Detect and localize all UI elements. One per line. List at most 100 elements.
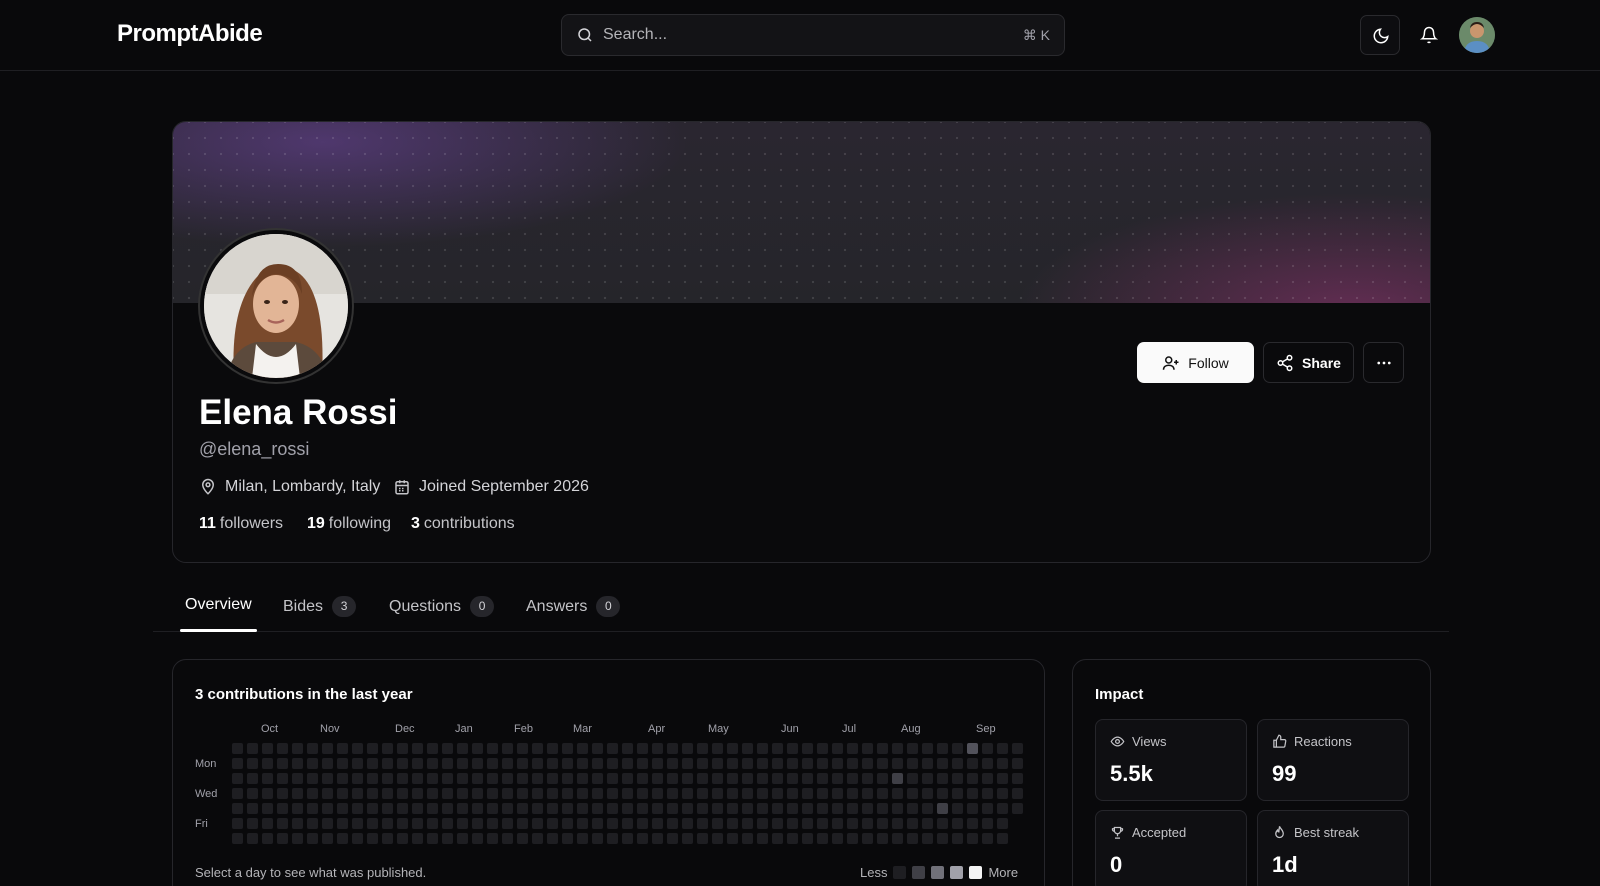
contribution-day[interactable] <box>907 803 918 814</box>
contribution-day[interactable] <box>547 773 558 784</box>
contribution-day[interactable] <box>517 788 528 799</box>
contribution-day[interactable] <box>892 803 903 814</box>
contribution-day[interactable] <box>622 818 633 829</box>
contribution-day[interactable] <box>352 773 363 784</box>
contribution-day[interactable] <box>502 833 513 844</box>
contribution-day[interactable] <box>367 773 378 784</box>
contribution-day[interactable] <box>847 758 858 769</box>
contribution-day[interactable] <box>592 773 603 784</box>
contribution-day[interactable] <box>877 743 888 754</box>
contribution-day[interactable] <box>262 818 273 829</box>
contribution-day[interactable] <box>907 743 918 754</box>
contribution-day[interactable] <box>727 758 738 769</box>
contribution-day[interactable] <box>637 773 648 784</box>
contribution-day[interactable] <box>697 818 708 829</box>
contribution-day[interactable] <box>412 773 423 784</box>
contribution-day[interactable] <box>472 758 483 769</box>
user-avatar[interactable] <box>1459 17 1495 53</box>
contribution-day[interactable] <box>397 743 408 754</box>
contribution-day[interactable] <box>517 743 528 754</box>
contribution-day[interactable] <box>667 818 678 829</box>
contribution-day[interactable] <box>607 788 618 799</box>
contribution-day[interactable] <box>832 743 843 754</box>
contribution-day[interactable] <box>802 743 813 754</box>
tab-questions[interactable]: Questions 0 <box>389 596 495 617</box>
search-bar[interactable]: Search... ⌘ K <box>561 14 1065 56</box>
contribution-day[interactable] <box>967 743 978 754</box>
contribution-day[interactable] <box>922 788 933 799</box>
contribution-day[interactable] <box>562 788 573 799</box>
contribution-day[interactable] <box>382 773 393 784</box>
contribution-day[interactable] <box>262 803 273 814</box>
contribution-day[interactable] <box>547 803 558 814</box>
contribution-day[interactable] <box>772 803 783 814</box>
contribution-day[interactable] <box>802 788 813 799</box>
contribution-day[interactable] <box>862 758 873 769</box>
contribution-day[interactable] <box>967 803 978 814</box>
theme-toggle-button[interactable] <box>1360 15 1400 55</box>
contribution-day[interactable] <box>607 743 618 754</box>
contribution-day[interactable] <box>352 758 363 769</box>
contribution-day[interactable] <box>532 743 543 754</box>
contribution-day[interactable] <box>802 803 813 814</box>
contribution-day[interactable] <box>787 743 798 754</box>
contribution-day[interactable] <box>637 818 648 829</box>
tab-overview[interactable]: Overview <box>185 596 252 614</box>
contribution-day[interactable] <box>832 803 843 814</box>
contribution-day[interactable] <box>817 833 828 844</box>
contribution-day[interactable] <box>1012 743 1023 754</box>
contribution-day[interactable] <box>982 758 993 769</box>
contribution-day[interactable] <box>712 833 723 844</box>
contribution-day[interactable] <box>427 773 438 784</box>
contribution-day[interactable] <box>367 743 378 754</box>
contribution-day[interactable] <box>562 818 573 829</box>
contribution-day[interactable] <box>862 788 873 799</box>
contribution-day[interactable] <box>682 743 693 754</box>
contribution-day[interactable] <box>772 818 783 829</box>
contribution-day[interactable] <box>757 758 768 769</box>
contribution-day[interactable] <box>232 743 243 754</box>
contribution-day[interactable] <box>562 833 573 844</box>
contribution-day[interactable] <box>697 773 708 784</box>
contribution-day[interactable] <box>757 803 768 814</box>
contribution-day[interactable] <box>997 833 1008 844</box>
contribution-day[interactable] <box>832 758 843 769</box>
contribution-day[interactable] <box>1012 773 1023 784</box>
contribution-day[interactable] <box>997 758 1008 769</box>
contribution-day[interactable] <box>322 818 333 829</box>
contribution-day[interactable] <box>712 758 723 769</box>
contribution-day[interactable] <box>892 833 903 844</box>
contribution-day[interactable] <box>622 758 633 769</box>
contribution-day[interactable] <box>352 833 363 844</box>
contribution-day[interactable] <box>847 773 858 784</box>
contribution-day[interactable] <box>232 818 243 829</box>
contribution-day[interactable] <box>787 773 798 784</box>
contribution-day[interactable] <box>667 833 678 844</box>
contribution-day[interactable] <box>382 743 393 754</box>
contribution-day[interactable] <box>562 743 573 754</box>
contribution-day[interactable] <box>412 758 423 769</box>
contribution-day[interactable] <box>487 743 498 754</box>
contribution-day[interactable] <box>622 788 633 799</box>
contribution-day[interactable] <box>892 758 903 769</box>
contribution-day[interactable] <box>232 833 243 844</box>
contribution-day[interactable] <box>337 803 348 814</box>
contribution-day[interactable] <box>547 758 558 769</box>
contribution-day[interactable] <box>652 788 663 799</box>
contribution-day[interactable] <box>982 833 993 844</box>
contribution-day[interactable] <box>502 818 513 829</box>
contribution-day[interactable] <box>892 788 903 799</box>
contribution-day[interactable] <box>562 803 573 814</box>
contribution-day[interactable] <box>307 773 318 784</box>
contribution-day[interactable] <box>262 743 273 754</box>
contribution-day[interactable] <box>292 788 303 799</box>
contribution-day[interactable] <box>382 818 393 829</box>
contribution-day[interactable] <box>847 743 858 754</box>
contribution-day[interactable] <box>997 803 1008 814</box>
contribution-day[interactable] <box>577 788 588 799</box>
contribution-day[interactable] <box>937 758 948 769</box>
contribution-day[interactable] <box>652 803 663 814</box>
contribution-day[interactable] <box>742 758 753 769</box>
contribution-day[interactable] <box>982 743 993 754</box>
contribution-day[interactable] <box>967 788 978 799</box>
